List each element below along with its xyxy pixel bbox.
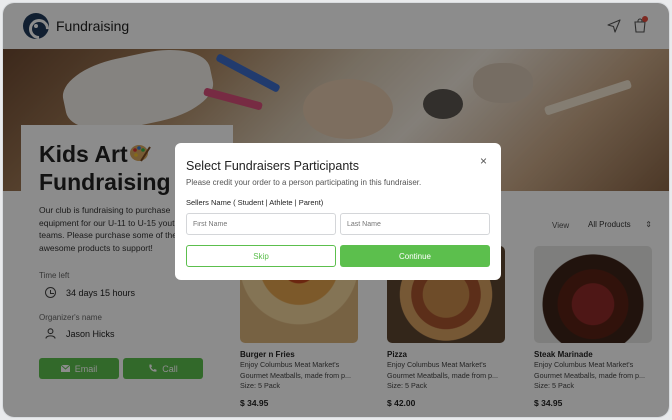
- close-icon[interactable]: ×: [480, 155, 487, 167]
- sellers-name-label: Sellers Name ( Student | Athlete | Paren…: [186, 198, 324, 207]
- modal-title: Select Fundraisers Participants: [186, 159, 359, 173]
- skip-button[interactable]: Skip: [186, 245, 336, 267]
- first-name-input[interactable]: [186, 213, 336, 235]
- last-name-input[interactable]: [340, 213, 490, 235]
- continue-button[interactable]: Continue: [340, 245, 490, 267]
- modal-subtitle: Please credit your order to a person par…: [186, 178, 422, 187]
- participant-modal: Select Fundraisers Participants × Please…: [175, 143, 501, 280]
- app-window: Fundraising Kids Art Fundraising Our clu…: [2, 2, 670, 418]
